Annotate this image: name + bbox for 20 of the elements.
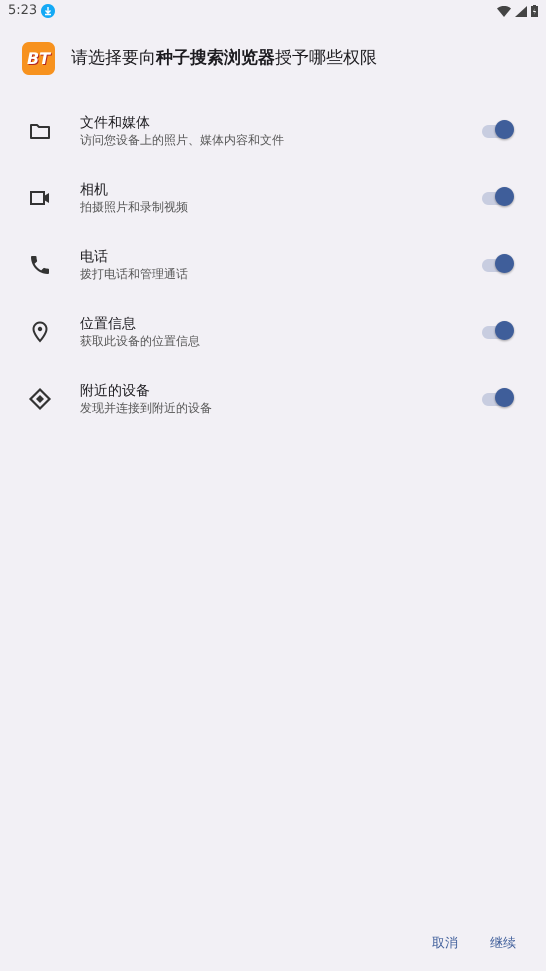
nearby-icon [28, 386, 52, 410]
download-icon [41, 4, 56, 18]
cancel-button[interactable]: 取消 [420, 928, 470, 959]
permission-description: 发现并连接到附近的设备 [80, 400, 213, 416]
permission-name: 文件和媒体 [80, 114, 151, 132]
permission-name: 电话 [80, 248, 109, 266]
battery-icon [531, 5, 538, 17]
permission-name: 附近的设备 [80, 382, 151, 400]
permission-description: 拍摄照片和录制视频 [80, 198, 189, 214]
dialog-title: 请选择要向种子搜索浏览器授予哪些权限 [71, 46, 377, 70]
permission-description: 访问您设备上的照片、媒体内容和文件 [80, 132, 285, 148]
app-icon: BT [22, 42, 55, 75]
continue-button[interactable]: 继续 [478, 928, 528, 959]
permission-name: 相机 [80, 180, 109, 198]
clock: 5:23 [8, 2, 38, 20]
permission-description: 拨打电话和管理通话 [80, 266, 189, 282]
wifi-icon [497, 6, 511, 16]
signal-icon [515, 6, 527, 16]
permission-description: 获取此设备的位置信息 [80, 332, 201, 348]
permission-name: 位置信息 [80, 314, 137, 332]
